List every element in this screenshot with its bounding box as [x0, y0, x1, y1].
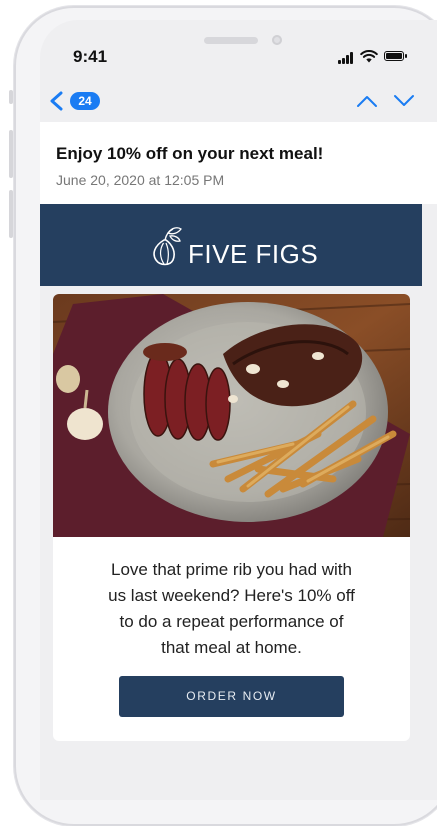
wifi-icon	[360, 50, 378, 63]
body-line: to do a repeat performance of	[119, 612, 344, 631]
body-line: Love that prime rib you had with	[111, 560, 352, 579]
fig-icon	[153, 227, 182, 266]
email-header: Enjoy 10% off on your next meal! June 20…	[40, 122, 437, 204]
battery-icon	[384, 51, 407, 61]
email-date: June 20, 2020 at 12:05 PM	[56, 172, 225, 188]
brand-name: FIVE FIGS	[188, 239, 319, 269]
body-line: us last weekend? Here's 10% off	[108, 586, 355, 605]
volume-up-button	[9, 130, 13, 178]
mute-switch	[9, 90, 13, 104]
chevron-down-icon[interactable]	[393, 94, 415, 108]
volume-down-button	[9, 190, 13, 238]
email-content-card: Love that prime rib you had with us last…	[53, 294, 410, 741]
steak-dinner-photo	[53, 294, 410, 537]
front-camera	[272, 35, 282, 45]
status-icons	[338, 50, 408, 64]
status-time: 9:41	[73, 47, 108, 66]
unread-count-badge[interactable]: 24	[70, 92, 100, 110]
email-subject: Enjoy 10% off on your next meal!	[56, 144, 324, 163]
body-line: that meal at home.	[161, 638, 302, 657]
brand-banner: FIVE FIGS	[40, 204, 422, 286]
chevron-up-icon[interactable]	[356, 94, 378, 108]
email-body-text: Love that prime rib you had with us last…	[53, 557, 410, 661]
earpiece-speaker	[204, 37, 258, 44]
order-now-button[interactable]: ORDER NOW	[119, 676, 344, 717]
chevron-left-icon[interactable]	[48, 91, 66, 111]
